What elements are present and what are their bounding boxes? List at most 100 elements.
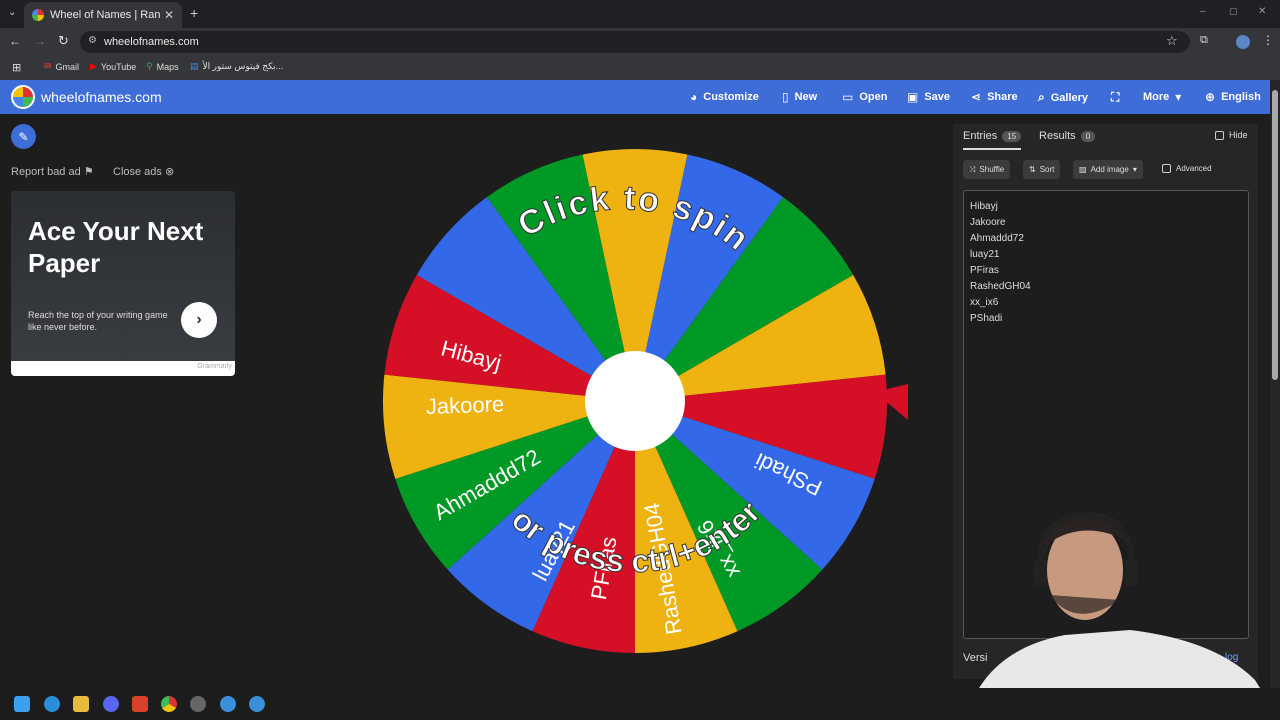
bookmark-maps[interactable]: ⚲ Maps (146, 61, 179, 72)
wheel-logo-icon[interactable] (11, 85, 35, 109)
entry-line: Jakoore (970, 217, 1006, 228)
scroll-thumb[interactable] (1272, 90, 1278, 380)
maps-icon: ⚲ (146, 61, 153, 71)
browser-icon-2[interactable] (249, 696, 265, 712)
shuffle-icon: ⤨ (969, 164, 976, 174)
checkbox-box[interactable] (1215, 130, 1224, 140)
entry-line: Hibayj (970, 201, 998, 212)
gmail-icon: ✉ (44, 61, 52, 71)
sort-icon: ⇅ (1029, 165, 1036, 174)
bookmark-youtube[interactable]: ▶ YouTube (90, 61, 136, 72)
bookmark-label: Gmail (55, 61, 80, 72)
globe-icon: ⊕ (1205, 90, 1216, 104)
bookmark-docs[interactable]: ▤ بكج فيتوس ستور الأ... (190, 61, 283, 72)
app-navbar: wheelofnames.com ◕ Customize ▯ New ▭ Open ▣… (0, 80, 1270, 114)
save-icon: ▣ (907, 90, 919, 104)
close-ads-label: Close ads (113, 166, 162, 178)
close-circle-icon: ⊗ (164, 166, 175, 178)
ad-footer: Grammarly (11, 361, 235, 376)
palette-icon: ◕ (690, 90, 698, 104)
nav-label: English (1221, 91, 1261, 103)
add-image-button[interactable]: ▨ Add image ▾ (1073, 160, 1143, 179)
wheel-center[interactable] (585, 351, 685, 451)
add-image-label: Add image (1090, 165, 1129, 174)
browser-toolbar: ← → ↻ ⚙ wheelofnames.com ☆ ⧉ ⋮ (0, 28, 1280, 56)
bookmark-label: Maps (156, 61, 179, 72)
file-explorer-icon[interactable] (73, 696, 89, 712)
customize-button[interactable]: ◕ Customize (690, 90, 759, 104)
windows-start-icon[interactable] (14, 696, 30, 712)
brand-title[interactable]: wheelofnames.com (41, 89, 162, 105)
pen-icon: ✎ (18, 129, 29, 144)
back-icon[interactable]: ← (9, 34, 21, 48)
save-button[interactable]: ▣ Save (907, 90, 950, 104)
app-icon[interactable] (132, 696, 148, 712)
maximize-button[interactable]: ▢ (1229, 6, 1238, 17)
open-button[interactable]: ▭ Open (842, 90, 887, 104)
ad-headline: Ace Your Next Paper (28, 216, 204, 278)
extensions-icon[interactable]: ⧉ (1200, 34, 1208, 47)
sort-label: Sort (1039, 165, 1055, 174)
minimize-button[interactable]: – (1200, 6, 1206, 17)
headset-right-cup (1125, 558, 1139, 586)
share-icon: ⋖ (971, 90, 982, 104)
nav-label: Share (987, 91, 1018, 103)
bookmark-star-icon[interactable]: ☆ (1166, 33, 1178, 49)
new-tab-button[interactable]: + (190, 5, 198, 21)
ad-arrow-button[interactable]: › (181, 302, 217, 338)
entry-line: Ahmaddd72 (970, 233, 1024, 244)
more-button[interactable]: More ▾ (1143, 90, 1181, 104)
close-ads-link[interactable]: Close ads ⊗ (113, 165, 174, 178)
sort-button[interactable]: ⇅ Sort (1023, 160, 1061, 179)
menu-icon[interactable]: ⋮ (1262, 33, 1274, 47)
entry-line: luay21 (970, 249, 1000, 260)
tab-entries[interactable]: Entries 15 (963, 130, 1022, 150)
tab-results[interactable]: Results 0 (1039, 130, 1096, 142)
shuffle-button[interactable]: ⤨ Shuffle (963, 160, 1011, 179)
forward-icon[interactable]: → (34, 34, 46, 48)
profile-avatar[interactable] (1236, 35, 1250, 49)
bookmark-gmail[interactable]: ✉ Gmail (44, 61, 79, 72)
url-text: wheelofnames.com (104, 36, 199, 48)
browser-tabstrip: ⌄ Wheel of Names | Random nam ✕ + – ▢ ✕ (0, 0, 1280, 28)
edit-pen-button[interactable]: ✎ (11, 124, 36, 149)
bookmark-label: YouTube (100, 61, 137, 72)
ad-brand: Grammarly (197, 363, 232, 370)
chevron-down-icon: ▾ (1132, 165, 1137, 174)
tab-search-icon[interactable]: ⌄ (8, 7, 16, 18)
hide-checkbox[interactable]: Hide (1215, 130, 1248, 140)
bookmarks-bar: ⊞ ✉ Gmail ▶ YouTube ⚲ Maps ▤ بكج فيتوس ستور … (0, 56, 1280, 80)
report-bad-ad-link[interactable]: Report bad ad ⚑ (11, 165, 94, 178)
settings-icon[interactable] (190, 696, 206, 712)
address-bar[interactable]: ⚙ wheelofnames.com (80, 31, 1190, 53)
chrome-icon[interactable] (161, 696, 177, 712)
nav-label: Gallery (1050, 91, 1089, 104)
discord-icon[interactable] (103, 696, 119, 712)
ad-body: Reach the top of your writing game like … (28, 310, 168, 332)
tab-close-icon[interactable]: ✕ (164, 8, 174, 22)
advanced-checkbox[interactable]: Advanced (1162, 164, 1212, 173)
fullscreen-button[interactable]: ⛶ (1111, 90, 1119, 105)
close-window-button[interactable]: ✕ (1258, 6, 1266, 17)
reload-icon[interactable]: ↻ (58, 33, 69, 49)
entry-line: RashedGH04 (970, 281, 1031, 292)
os-taskbar (0, 688, 1280, 720)
apps-grid-icon[interactable]: ⊞ (12, 61, 21, 74)
advertisement[interactable]: Ace Your Next Paper Reach the top of you… (11, 191, 235, 376)
edge-icon[interactable] (44, 696, 60, 712)
gallery-button[interactable]: ⌕ Gallery (1038, 90, 1088, 105)
new-button[interactable]: ▯ New (782, 90, 817, 104)
browser-icon[interactable] (220, 696, 236, 712)
checkbox-box[interactable] (1162, 164, 1171, 173)
bookmark-label: بكج فيتوس ستور الأ... (202, 61, 284, 71)
browser-tab[interactable]: Wheel of Names | Random nam ✕ (24, 2, 182, 28)
fullscreen-icon: ⛶ (1111, 90, 1120, 104)
spin-wheel[interactable]: HibayjJakooreAhmaddd72luay21 PFiras Rashed… (370, 140, 930, 670)
chevron-right-icon: › (196, 311, 202, 328)
share-button[interactable]: ⋖ Share (971, 90, 1018, 104)
wheel-favicon-icon (32, 9, 44, 21)
nav-label: More (1143, 91, 1170, 103)
language-button[interactable]: ⊕ English (1205, 90, 1261, 104)
site-info-icon[interactable]: ⚙ (88, 35, 97, 46)
youtube-icon: ▶ (90, 61, 97, 71)
